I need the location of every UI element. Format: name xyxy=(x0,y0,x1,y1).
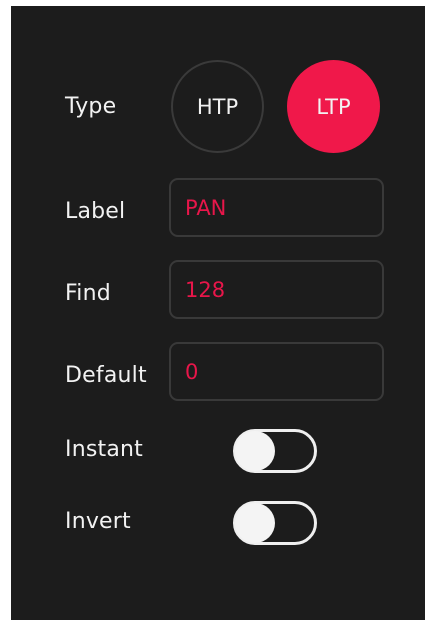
settings-panel: Type HTP LTP Label Find Default Instant … xyxy=(11,6,425,620)
default-field-label: Default xyxy=(65,363,147,388)
ltp-button[interactable]: LTP xyxy=(287,60,380,153)
instant-toggle[interactable] xyxy=(233,429,317,473)
instant-toggle-knob xyxy=(235,431,275,471)
find-input[interactable] xyxy=(169,260,384,319)
default-input[interactable] xyxy=(169,342,384,401)
htp-button[interactable]: HTP xyxy=(171,60,264,153)
type-label: Type xyxy=(65,94,117,119)
label-input[interactable] xyxy=(169,178,384,237)
label-field-label: Label xyxy=(65,199,126,224)
instant-label: Instant xyxy=(65,437,143,462)
find-field-label: Find xyxy=(65,281,111,306)
invert-toggle[interactable] xyxy=(233,501,317,545)
invert-label: Invert xyxy=(65,509,131,534)
invert-toggle-knob xyxy=(235,503,275,543)
